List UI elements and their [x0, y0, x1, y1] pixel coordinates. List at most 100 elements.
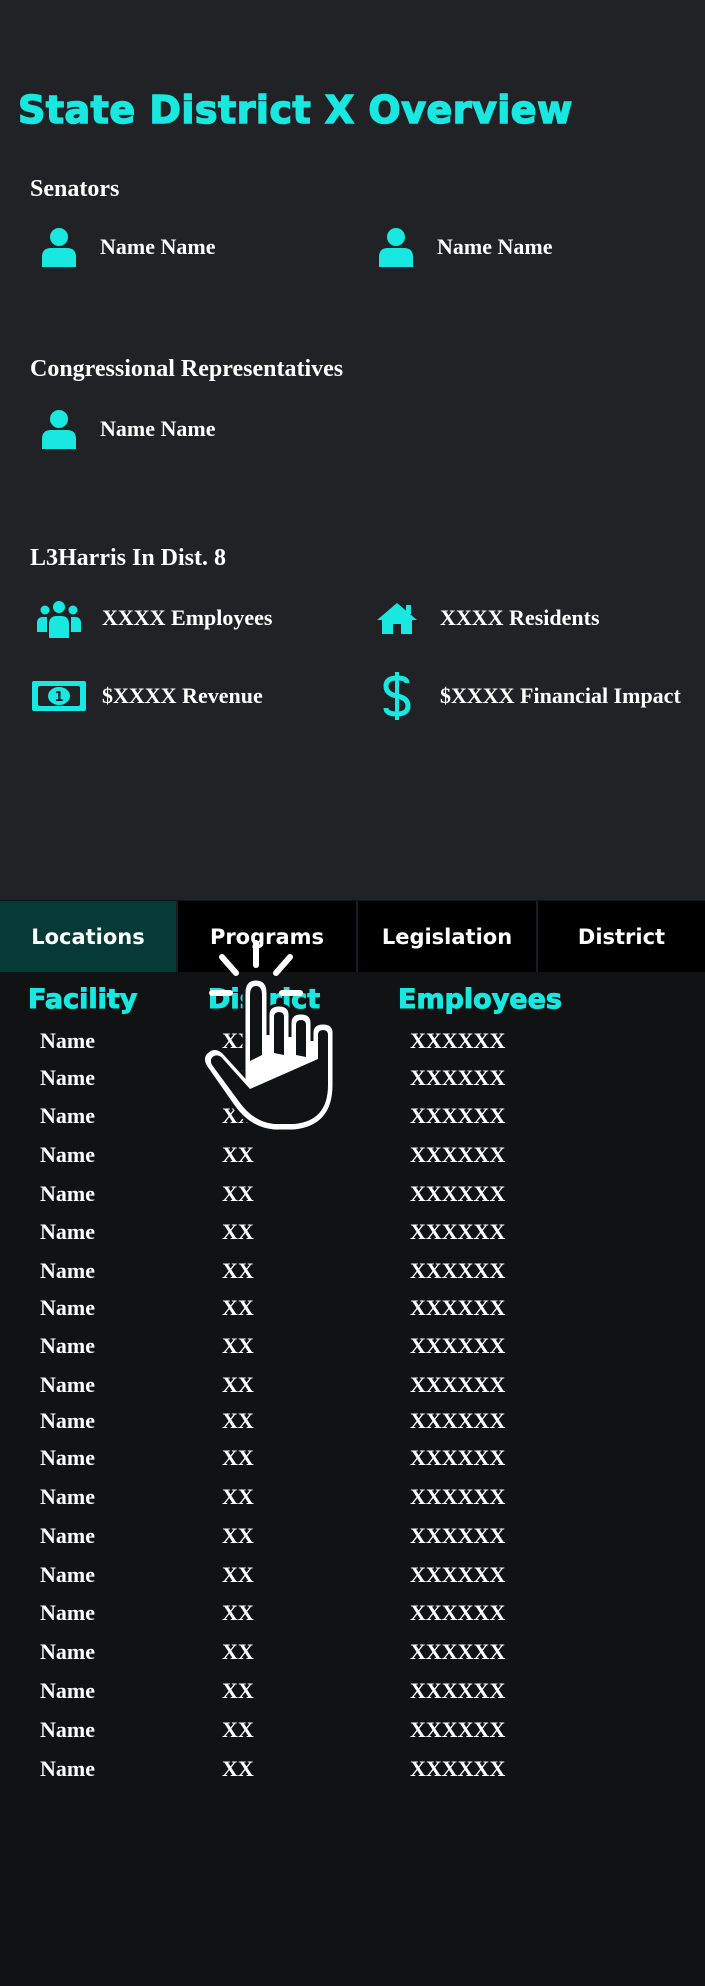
- table-row[interactable]: NameXXXXXXXX: [0, 1181, 705, 1219]
- table-row[interactable]: NameXXXXXXXX: [0, 1523, 705, 1561]
- facility-cell: Name: [40, 1065, 95, 1090]
- revenue-stat: 1 $XXXX Revenue: [30, 674, 263, 718]
- facility-cell: Name: [40, 1219, 95, 1244]
- person-icon: [38, 226, 80, 268]
- residents-label: XXXX Residents: [440, 605, 600, 630]
- district-cell: XX: [222, 1333, 254, 1358]
- district-cell: XX: [222, 1756, 254, 1781]
- employees-cell: XXXXXX: [410, 1142, 506, 1167]
- facility-cell: Name: [40, 1142, 95, 1167]
- employees-cell: XXXXXX: [410, 1445, 506, 1470]
- table-row[interactable]: NameXXXXXXXX: [0, 1600, 705, 1638]
- senator-name: Name Name: [437, 234, 553, 259]
- district-cell: XX: [222, 1445, 254, 1470]
- table-row[interactable]: NameXXXXXXXX: [0, 1258, 705, 1296]
- senators-heading: Senators: [30, 176, 120, 202]
- employees-cell: XXXXXX: [410, 1065, 506, 1090]
- residents-stat: XXXX Residents: [368, 596, 600, 640]
- group-icon: [30, 596, 88, 640]
- home-icon: [368, 596, 426, 640]
- district-cell: XX: [222, 1639, 254, 1664]
- representative-name: Name Name: [100, 416, 216, 441]
- district-cell: XX: [222, 1600, 254, 1625]
- facility-cell: Name: [40, 1600, 95, 1625]
- employees-cell: XXXXXX: [410, 1562, 506, 1587]
- employees-cell: XXXXXX: [410, 1484, 506, 1509]
- district-cell: XX: [222, 1484, 254, 1509]
- company-heading: L3Harris In Dist. 8: [30, 545, 227, 571]
- facility-cell: Name: [40, 1756, 95, 1781]
- district-cell: XX: [222, 1523, 254, 1548]
- svg-text:1: 1: [54, 690, 63, 705]
- facility-cell: Name: [40, 1181, 95, 1206]
- facility-cell: Name: [40, 1028, 95, 1053]
- senator-card[interactable]: Name Name: [375, 226, 552, 268]
- facility-cell: Name: [40, 1717, 95, 1742]
- page-title: State District X Overview: [17, 87, 573, 133]
- table-row[interactable]: NameXXXXXXXX: [0, 1142, 705, 1180]
- district-cell: XX: [222, 1258, 254, 1283]
- employees-cell: XXXXXX: [410, 1372, 506, 1397]
- employees-cell: XXXXXX: [410, 1103, 506, 1128]
- employees-cell: XXXXXX: [410, 1258, 506, 1283]
- facility-cell: Name: [40, 1678, 95, 1703]
- table-row[interactable]: NameXXXXXXXX: [0, 1562, 705, 1600]
- facility-cell: Name: [40, 1562, 95, 1587]
- table-row[interactable]: NameXXXXXXXX: [0, 1445, 705, 1483]
- overview-panel: State District X Overview Senators Name …: [0, 0, 705, 900]
- table-row[interactable]: NameXXXXXXXX: [0, 1756, 705, 1794]
- table-row[interactable]: NameXXXXXXXX: [0, 1372, 705, 1410]
- employees-cell: XXXXXX: [410, 1333, 506, 1358]
- employees-label: XXXX Employees: [102, 605, 273, 630]
- employees-cell: XXXXXX: [410, 1600, 506, 1625]
- person-icon: [38, 408, 80, 450]
- facility-cell: Name: [40, 1295, 95, 1320]
- financial-impact-stat: $XXXX Financial Impact: [368, 672, 681, 720]
- table-row[interactable]: NameXXXXXXXX: [0, 1639, 705, 1677]
- representatives-heading: Congressional Representatives: [30, 356, 344, 382]
- district-cell: XX: [222, 1142, 254, 1167]
- district-cell: XX: [222, 1372, 254, 1397]
- tap-hand-icon: [194, 935, 354, 1140]
- revenue-label: $XXXX Revenue: [102, 683, 263, 708]
- representative-card[interactable]: Name Name: [38, 408, 215, 450]
- facility-cell: Name: [40, 1258, 95, 1283]
- table-row[interactable]: NameXXXXXXXX: [0, 1678, 705, 1716]
- facility-cell: Name: [40, 1484, 95, 1509]
- senator-name: Name Name: [100, 234, 216, 259]
- table-row[interactable]: NameXXXXXXXX: [0, 1484, 705, 1522]
- district-cell: XX: [222, 1181, 254, 1206]
- tab-locations[interactable]: Locations: [0, 901, 178, 972]
- employees-cell: XXXXXX: [410, 1028, 506, 1053]
- district-cell: XX: [222, 1678, 254, 1703]
- employees-stat: XXXX Employees: [30, 596, 273, 640]
- employees-cell: XXXXXX: [410, 1678, 506, 1703]
- table-row[interactable]: NameXXXXXXXX: [0, 1295, 705, 1333]
- district-cell: XX: [222, 1717, 254, 1742]
- district-cell: XX: [222, 1408, 254, 1433]
- column-header-employees: Employees: [397, 984, 563, 1016]
- facility-cell: Name: [40, 1639, 95, 1664]
- facility-cell: Name: [40, 1523, 95, 1548]
- employees-cell: XXXXXX: [410, 1295, 506, 1320]
- district-cell: XX: [222, 1295, 254, 1320]
- table-row[interactable]: NameXXXXXXXX: [0, 1717, 705, 1755]
- district-cell: XX: [222, 1219, 254, 1244]
- facility-cell: Name: [40, 1103, 95, 1128]
- column-header-facility: Facility: [27, 984, 138, 1016]
- employees-cell: XXXXXX: [410, 1756, 506, 1781]
- senator-card[interactable]: Name Name: [38, 226, 215, 268]
- facility-cell: Name: [40, 1333, 95, 1358]
- facility-cell: Name: [40, 1408, 95, 1433]
- tab-legislation[interactable]: Legislation: [358, 901, 538, 972]
- employees-cell: XXXXXX: [410, 1219, 506, 1244]
- employees-cell: XXXXXX: [410, 1181, 506, 1206]
- employees-cell: XXXXXX: [410, 1523, 506, 1548]
- person-icon: [375, 226, 417, 268]
- district-cell: XX: [222, 1562, 254, 1587]
- table-row[interactable]: NameXXXXXXXX: [0, 1408, 705, 1446]
- tab-district[interactable]: District: [538, 901, 705, 972]
- table-row[interactable]: NameXXXXXXXX: [0, 1219, 705, 1257]
- table-row[interactable]: NameXXXXXXXX: [0, 1333, 705, 1371]
- employees-cell: XXXXXX: [410, 1717, 506, 1742]
